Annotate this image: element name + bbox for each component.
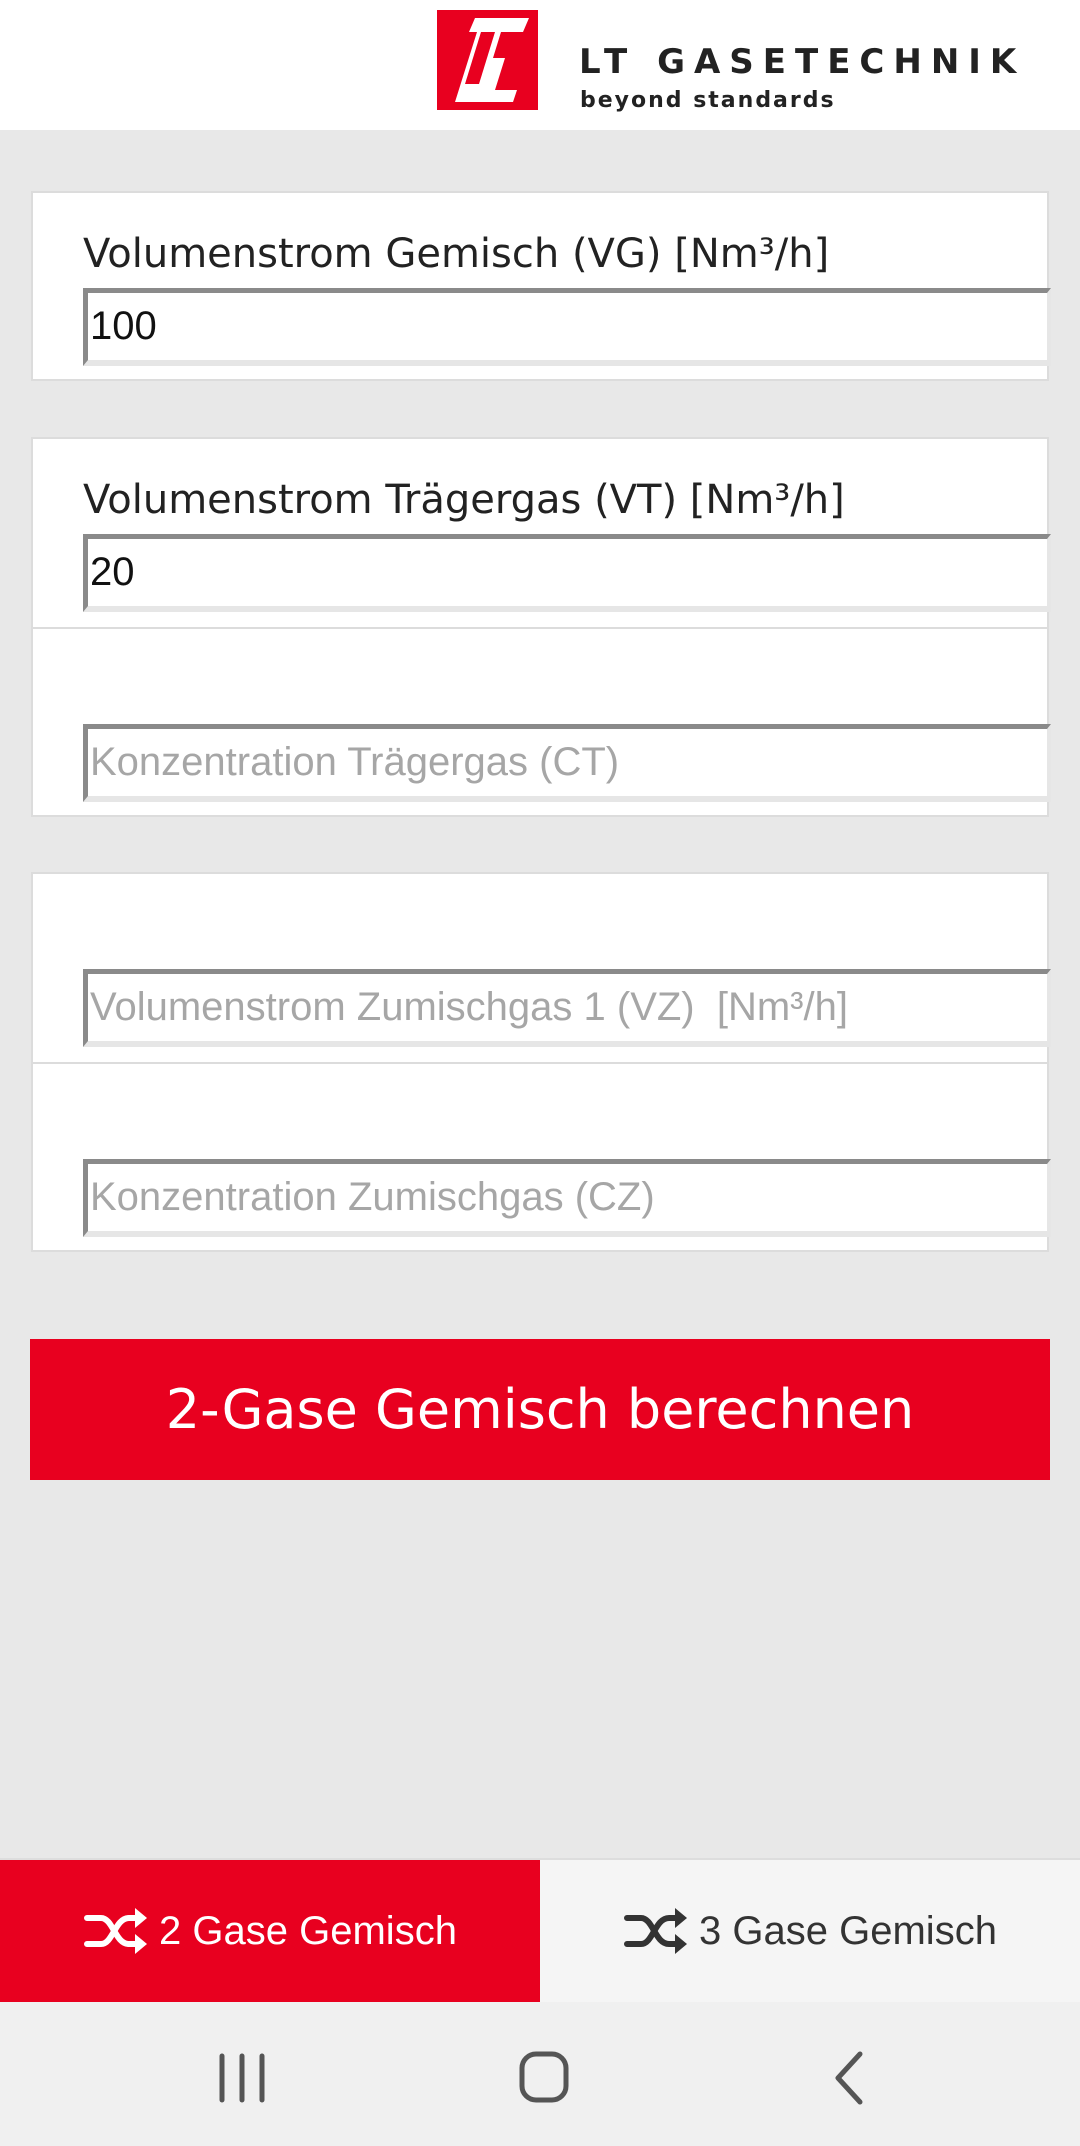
vg-label: Volumenstrom Gemisch (VG) [Nm³/h]: [83, 231, 830, 277]
brand-tagline: beyond standards: [580, 88, 836, 113]
tab-2-gases[interactable]: 2 Gase Gemisch: [0, 1860, 540, 2002]
tab-2-gases-label: 2 Gase Gemisch: [159, 1908, 457, 1953]
app-header: LT GASETECHNIK beyond standards: [0, 0, 1080, 130]
recent-apps-icon[interactable]: [202, 2038, 282, 2118]
card-carrier-gas: Volumenstrom Trägergas (VT) [Nm³/h]: [31, 437, 1051, 817]
home-icon[interactable]: [504, 2038, 584, 2118]
card-admix-gas: [31, 872, 1051, 1252]
field-vg: Volumenstrom Gemisch (VG) [Nm³/h]: [33, 193, 1051, 381]
field-vz: [33, 874, 1051, 1062]
tab-3-gases[interactable]: 3 Gase Gemisch: [540, 1860, 1080, 2002]
brand-name: LT GASETECHNIK: [579, 42, 1026, 82]
system-nav-bar: [0, 2002, 1080, 2146]
lt-logo-icon: [437, 10, 538, 110]
field-vt: Volumenstrom Trägergas (VT) [Nm³/h]: [33, 439, 1051, 627]
calculate-button[interactable]: 2-Gase Gemisch berechnen: [30, 1339, 1050, 1480]
shuffle-icon: [624, 1908, 688, 1954]
tab-3-gases-label: 3 Gase Gemisch: [699, 1908, 997, 1953]
vz-input[interactable]: [83, 969, 1051, 1047]
back-icon[interactable]: [808, 2038, 888, 2118]
vt-input[interactable]: [83, 534, 1051, 612]
field-cz: [33, 1062, 1051, 1250]
card-mixture-flow: Volumenstrom Gemisch (VG) [Nm³/h]: [31, 191, 1051, 381]
vt-label: Volumenstrom Trägergas (VT) [Nm³/h]: [83, 477, 845, 523]
cz-input[interactable]: [83, 1159, 1051, 1237]
bottom-tab-bar: 2 Gase Gemisch 3 Gase Gemisch: [0, 1858, 1080, 2002]
vg-input[interactable]: [83, 288, 1051, 366]
field-ct: [33, 627, 1051, 815]
shuffle-icon: [84, 1908, 148, 1954]
ct-input[interactable]: [83, 724, 1051, 802]
